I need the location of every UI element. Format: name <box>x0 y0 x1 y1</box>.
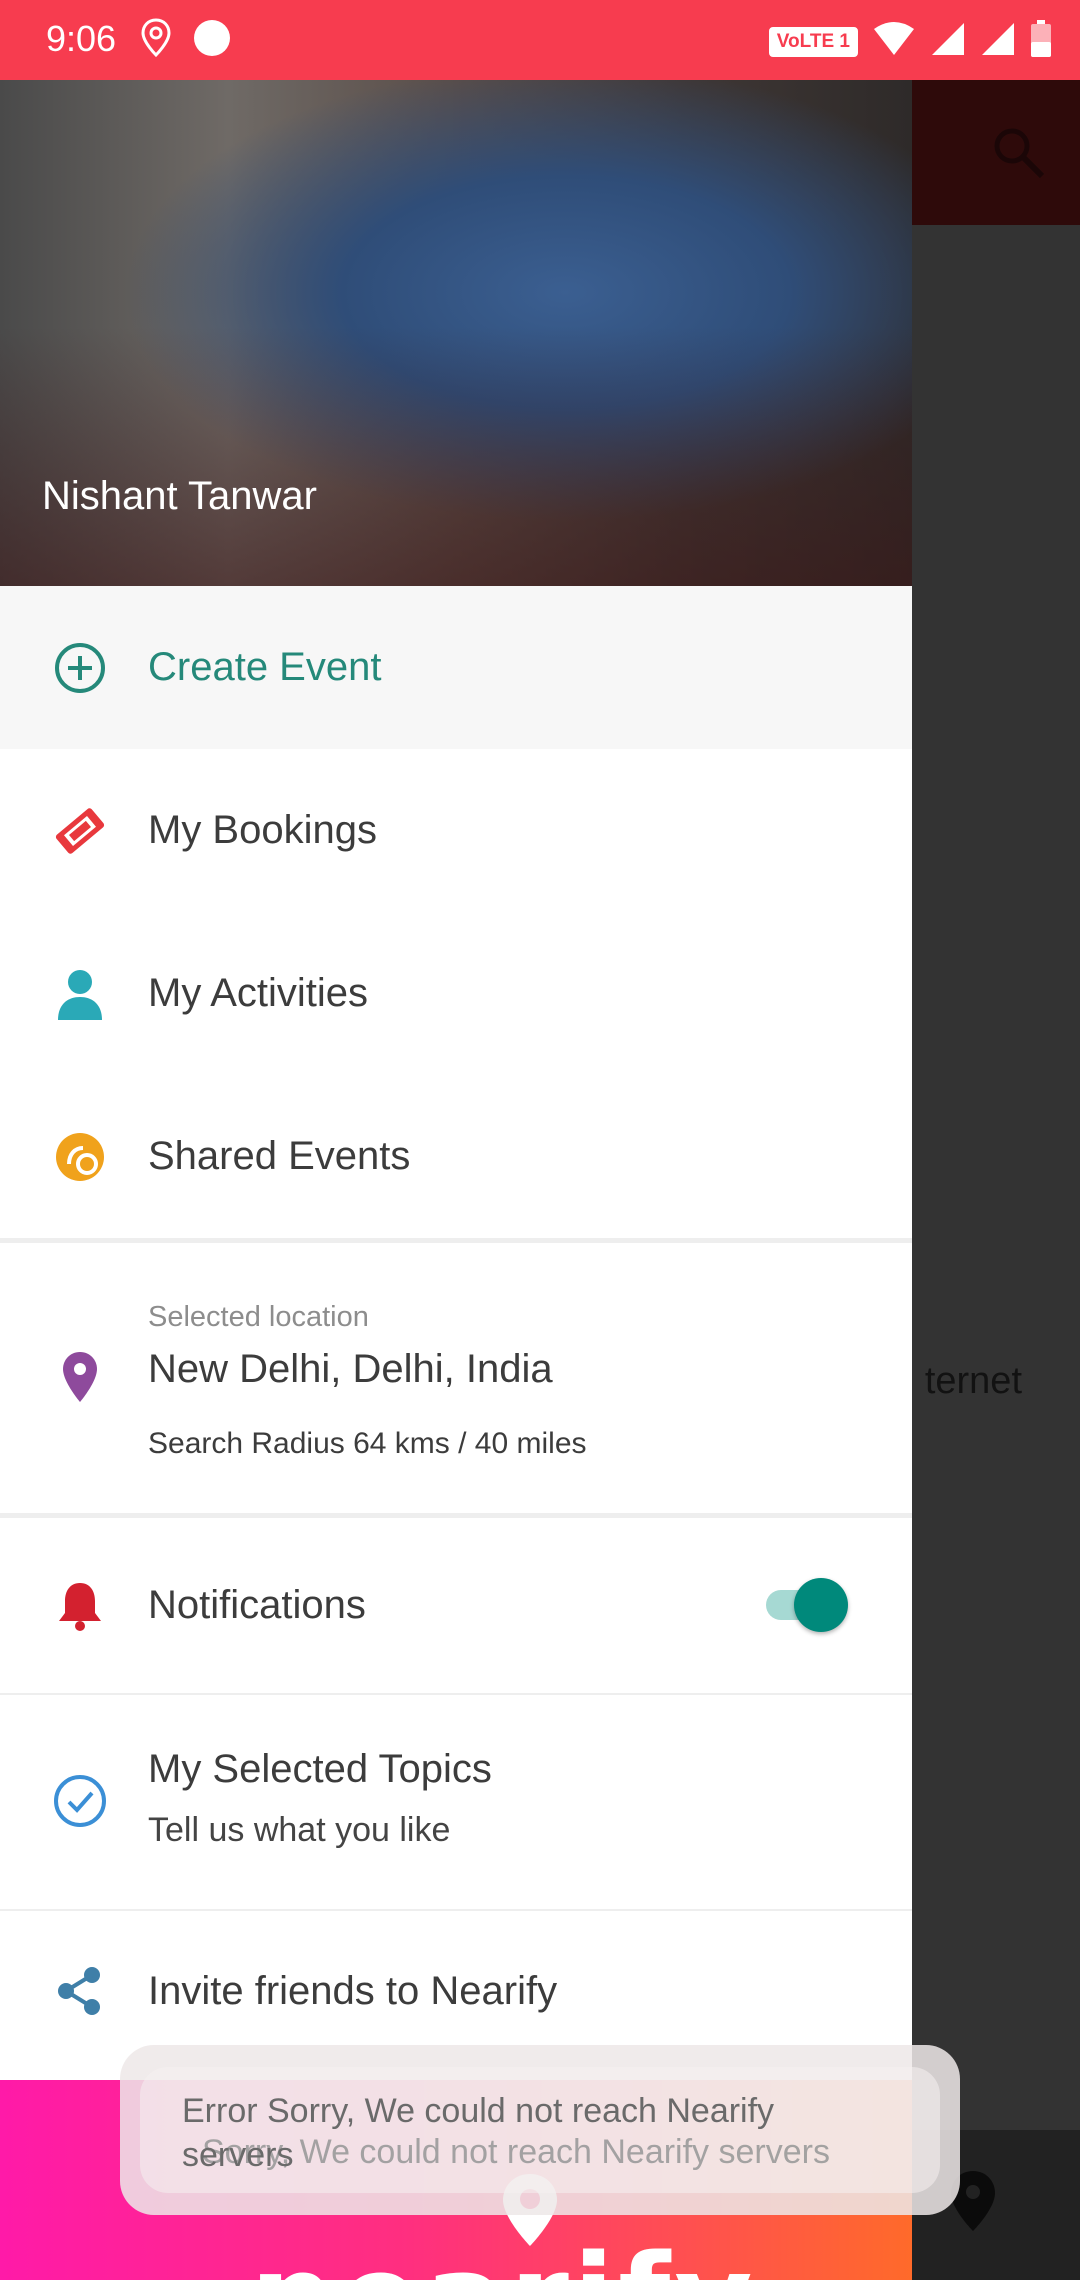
location-pin-icon <box>50 1347 110 1407</box>
search-radius: Search Radius 64 kms / 40 miles <box>148 1427 587 1460</box>
location-status-icon <box>140 18 172 63</box>
volte-badge: VoLTE 1 <box>768 26 858 57</box>
topics-title: My Selected Topics <box>148 1747 492 1791</box>
menu-item-notifications[interactable]: Notifications <box>0 1518 912 1693</box>
topics-subtitle: Tell us what you like <box>148 1811 451 1849</box>
toggle-thumb <box>794 1578 848 1632</box>
battery-icon <box>1030 20 1052 63</box>
menu-item-shared-events[interactable]: Shared Events <box>0 1075 912 1238</box>
menu-item-my-bookings[interactable]: My Bookings <box>0 749 912 912</box>
location-caption: Selected location <box>148 1301 369 1333</box>
shared-events-icon <box>50 1127 110 1187</box>
signal-icon <box>930 21 966 62</box>
toast-message: Error Sorry, We could not reach Nearify … <box>182 2092 775 2174</box>
add-circle-icon <box>50 638 110 698</box>
menu-label: My Bookings <box>148 808 377 852</box>
status-bar: 9:06 VoLTE 1 <box>0 0 1080 80</box>
brand-wordmark: nearify <box>250 2230 757 2280</box>
error-toast: Sorry, We could not reach Nearify server… <box>120 2045 960 2215</box>
notifications-toggle[interactable] <box>766 1574 850 1634</box>
status-time: 9:06 <box>46 18 117 59</box>
ticket-icon <box>50 801 110 861</box>
share-icon <box>50 1961 110 2021</box>
status-right-icons: VoLTE 1 <box>768 20 1052 63</box>
profile-header[interactable]: Nishant Tanwar <box>0 80 912 586</box>
navigation-drawer: Nishant Tanwar Create Event My Bookings … <box>0 80 912 2280</box>
wifi-icon <box>872 21 916 62</box>
check-circle-icon <box>50 1771 110 1831</box>
profile-name: Nishant Tanwar <box>42 474 317 518</box>
signal-icon-2 <box>980 21 1016 62</box>
menu-item-selected-topics[interactable]: My Selected Topics Tell us what you like <box>0 1695 912 1909</box>
status-left-icons <box>140 18 232 63</box>
person-icon <box>50 964 110 1024</box>
menu-label: Create Event <box>148 645 382 689</box>
menu-label: Invite friends to Nearify <box>148 1968 558 2013</box>
menu-item-create-event[interactable]: Create Event <box>0 586 912 749</box>
menu-item-my-activities[interactable]: My Activities <box>0 912 912 1075</box>
bell-icon <box>50 1576 110 1636</box>
menu-label: Shared Events <box>148 1134 411 1178</box>
menu-label: Notifications <box>148 1583 366 1627</box>
menu-label: My Activities <box>148 971 369 1015</box>
notification-dot-icon <box>192 18 232 63</box>
selected-location[interactable]: Selected location New Delhi, Delhi, Indi… <box>0 1243 912 1513</box>
location-value: New Delhi, Delhi, India <box>148 1347 553 1391</box>
